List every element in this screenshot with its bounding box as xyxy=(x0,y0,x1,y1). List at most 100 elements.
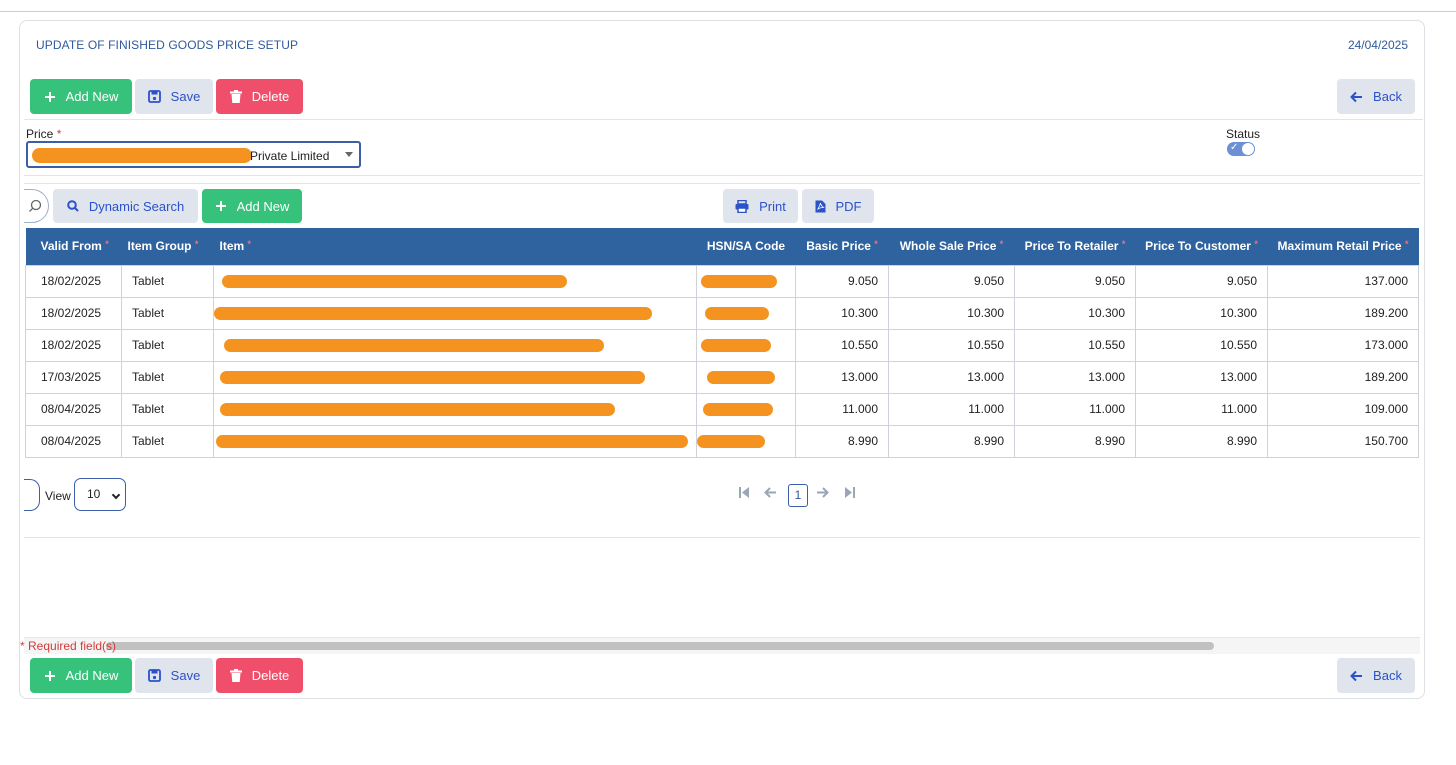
price-to-customer-cell: 11.000 xyxy=(1135,392,1268,426)
price-to-customer-cell: 10.550 xyxy=(1135,328,1268,362)
redaction-mark xyxy=(214,306,652,320)
col-label: HSN/SA Code xyxy=(706,239,786,254)
next-page-icon[interactable] xyxy=(816,486,829,501)
caret-down-icon xyxy=(345,152,353,157)
bottom-back-button[interactable]: Back xyxy=(1337,658,1415,693)
floppy-disk-icon xyxy=(147,90,161,103)
col-valid-from[interactable]: Valid From * xyxy=(25,228,122,265)
col-price-to-retailer[interactable]: Price To Retailer * xyxy=(1014,228,1136,265)
trash-icon xyxy=(229,669,242,682)
first-page-icon[interactable] xyxy=(739,486,750,501)
basic-price-cell: 9.050 xyxy=(795,264,889,298)
table-row[interactable]: 08/04/2025 Tablet 8.990 8.990 8.990 8.990 150.… xyxy=(25,424,1419,458)
save-label: Save xyxy=(170,89,201,104)
redaction-mark xyxy=(707,370,775,384)
floppy-disk-icon xyxy=(147,669,161,682)
save-button[interactable]: Save xyxy=(135,79,213,114)
col-label: Basic Price xyxy=(806,239,871,254)
required-fields-note: * Required field(s) xyxy=(20,639,117,653)
whole-sale-price-cell: 9.050 xyxy=(888,264,1015,298)
whole-sale-price-cell: 8.990 xyxy=(888,424,1015,458)
table-row[interactable]: 18/02/2025 Tablet 10.550 10.550 10.550 10.550… xyxy=(25,328,1419,362)
whole-sale-price-cell: 10.300 xyxy=(888,296,1015,330)
page-size-select[interactable]: 10 xyxy=(74,478,126,511)
search-icon xyxy=(67,200,79,212)
pdf-button[interactable]: PDF xyxy=(802,189,874,223)
price-table-wrapper: Valid From * Item Group * Item * HSN/SA … xyxy=(25,228,1420,459)
arrow-left-icon xyxy=(1350,670,1363,681)
hsn-code-cell xyxy=(696,264,796,298)
price-to-retailer-cell: 11.000 xyxy=(1014,392,1136,426)
mrp-cell: 137.000 xyxy=(1267,264,1419,298)
basic-price-cell: 8.990 xyxy=(795,424,889,458)
table-row[interactable]: 17/03/2025 Tablet 13.000 13.000 13.000 13.000… xyxy=(25,360,1419,394)
bottom-delete-button[interactable]: Delete xyxy=(216,658,303,693)
item-group-cell: Tablet xyxy=(121,424,214,458)
col-item[interactable]: Item * xyxy=(213,228,697,265)
col-whole-sale-price[interactable]: Whole Sale Price * xyxy=(888,228,1015,265)
col-item-group[interactable]: Item Group * xyxy=(121,228,214,265)
back-button[interactable]: Back xyxy=(1337,79,1415,114)
print-button[interactable]: Print xyxy=(723,189,798,223)
status-toggle[interactable]: ✓ xyxy=(1227,142,1255,156)
trash-icon xyxy=(229,90,242,103)
col-hsn-code[interactable]: HSN/SA Code xyxy=(696,228,796,265)
col-maximum-retail-price[interactable]: Maximum Retail Price * xyxy=(1267,228,1419,265)
hsn-code-cell xyxy=(696,424,796,458)
redaction-mark xyxy=(705,306,769,320)
whole-sale-price-cell: 10.550 xyxy=(888,328,1015,362)
page-date: 24/04/2025 xyxy=(1347,38,1408,52)
pager-row: View 10 1 xyxy=(24,473,1420,513)
table-row[interactable]: 18/02/2025 Tablet 10.300 10.300 10.300 10.300… xyxy=(25,296,1419,330)
price-to-retailer-cell: 10.550 xyxy=(1014,328,1136,362)
grid-area: Dynamic Search Add New Print PDF Valid F… xyxy=(24,183,1420,654)
pager-left-control[interactable] xyxy=(24,479,40,511)
required-mark: * xyxy=(247,239,252,250)
basic-price-cell: 11.000 xyxy=(795,392,889,426)
redaction-mark xyxy=(703,402,773,416)
col-label: Whole Sale Price xyxy=(899,239,997,254)
quick-search-input[interactable] xyxy=(24,189,49,223)
redaction-mark xyxy=(222,274,567,288)
mrp-cell: 150.700 xyxy=(1267,424,1419,458)
redaction-mark xyxy=(220,370,645,384)
table-row[interactable]: 18/02/2025 Tablet 9.050 9.050 9.050 9.050 137.… xyxy=(25,264,1419,298)
plus-icon xyxy=(44,670,55,681)
item-cell xyxy=(213,360,697,394)
previous-page-icon[interactable] xyxy=(764,486,777,501)
item-group-cell: Tablet xyxy=(121,296,214,330)
redaction-mark xyxy=(224,338,604,352)
col-label: Maximum Retail Price xyxy=(1277,239,1402,254)
redaction-mark xyxy=(701,338,771,352)
pdf-file-icon xyxy=(815,200,825,212)
delete-button[interactable]: Delete xyxy=(216,79,303,114)
current-page[interactable]: 1 xyxy=(788,484,808,507)
grid-add-new-button[interactable]: Add New xyxy=(202,189,302,223)
col-price-to-customer[interactable]: Price To Customer * xyxy=(1135,228,1268,265)
required-mark: * xyxy=(105,239,109,250)
price-setup-card: UPDATE OF FINISHED GOODS PRICE SETUP 24/… xyxy=(19,20,1425,699)
item-group-cell: Tablet xyxy=(121,328,214,362)
toggle-knob xyxy=(1242,143,1254,155)
add-new-button[interactable]: Add New xyxy=(30,79,132,114)
table-row[interactable]: 08/04/2025 Tablet 11.000 11.000 11.000 11.000… xyxy=(25,392,1419,426)
hsn-code-cell xyxy=(696,296,796,330)
required-mark: * xyxy=(1121,239,1126,250)
arrow-left-icon xyxy=(1350,91,1363,102)
printer-icon xyxy=(735,199,749,213)
hsn-code-cell xyxy=(696,360,796,394)
item-group-cell: Tablet xyxy=(121,392,214,426)
last-page-icon[interactable] xyxy=(844,486,855,501)
dynamic-search-button[interactable]: Dynamic Search xyxy=(53,189,198,223)
item-cell xyxy=(213,424,697,458)
price-to-customer-cell: 13.000 xyxy=(1135,360,1268,394)
add-new-label: Add New xyxy=(65,89,119,104)
scrollbar-thumb[interactable] xyxy=(106,642,1214,650)
bottom-save-button[interactable]: Save xyxy=(135,658,213,693)
col-label: Price To Customer xyxy=(1145,239,1251,254)
col-basic-price[interactable]: Basic Price * xyxy=(795,228,889,265)
horizontal-scrollbar[interactable] xyxy=(24,637,1420,654)
price-select[interactable]: Private Limited xyxy=(26,141,361,168)
bottom-add-new-button[interactable]: Add New xyxy=(30,658,132,693)
hsn-code-cell xyxy=(696,328,796,362)
